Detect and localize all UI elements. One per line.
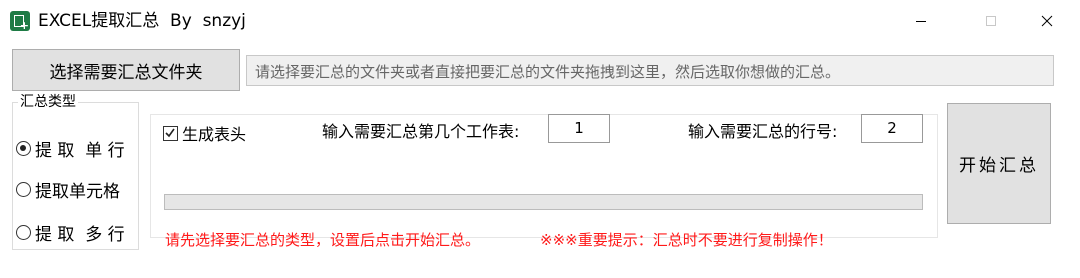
radio-label: 提 取 单 行 [35, 141, 125, 161]
start-summary-button[interactable]: 开始汇总 [947, 103, 1051, 224]
excel-sheet-icon: + [10, 11, 30, 31]
row-number-label: 输入需要汇总的行号: [688, 122, 838, 141]
row-number-input[interactable]: 2 [861, 114, 923, 143]
minimize-button[interactable] [898, 6, 944, 36]
generate-header-checkbox[interactable]: 生成表头 [163, 121, 246, 145]
title-bar[interactable]: + EXCEL提取汇总 By snzyj [0, 0, 1080, 42]
window-title: EXCEL提取汇总 By snzyj [38, 11, 246, 31]
summary-type-legend: 汇总类型 [18, 93, 78, 111]
minimize-icon [916, 21, 926, 22]
radio-label: 提 取 多 行 [35, 225, 125, 245]
checkbox-checked-icon [163, 125, 178, 141]
checkbox-label: 生成表头 [182, 125, 247, 144]
choose-folder-button[interactable]: 选择需要汇总文件夹 [12, 49, 240, 91]
radio-selected-icon [16, 141, 31, 156]
radio-unselected-icon [16, 182, 31, 197]
maximize-icon [986, 16, 996, 26]
sheet-index-label: 输入需要汇总第几个工作表: [322, 122, 520, 141]
progress-bar [164, 194, 923, 210]
close-button[interactable] [1024, 6, 1070, 36]
radio-unselected-icon [16, 225, 31, 240]
folder-path-input[interactable]: 请选择要汇总的文件夹或者直接把要汇总的文件夹拖拽到这里，然后选取你想做的汇总。 [246, 55, 1054, 86]
app-window: + EXCEL提取汇总 By snzyj 选择需要汇总文件夹 请选择要汇总的文件… [0, 0, 1080, 278]
close-icon [1041, 15, 1053, 27]
radio-extract-single-row[interactable]: 提 取 单 行 [16, 136, 125, 161]
radio-extract-multi-row[interactable]: 提 取 多 行 [16, 220, 125, 245]
maximize-button [968, 6, 1014, 36]
sheet-index-input[interactable]: 1 [548, 114, 610, 143]
radio-label: 提取单元格 [35, 182, 120, 202]
warning-message: ※※※重要提示：汇总时不要进行复制操作！ [540, 231, 833, 249]
radio-extract-cell[interactable]: 提取单元格 [16, 177, 120, 202]
instruction-message: 请先选择要汇总的类型，设置后点击开始汇总。 [165, 231, 481, 249]
